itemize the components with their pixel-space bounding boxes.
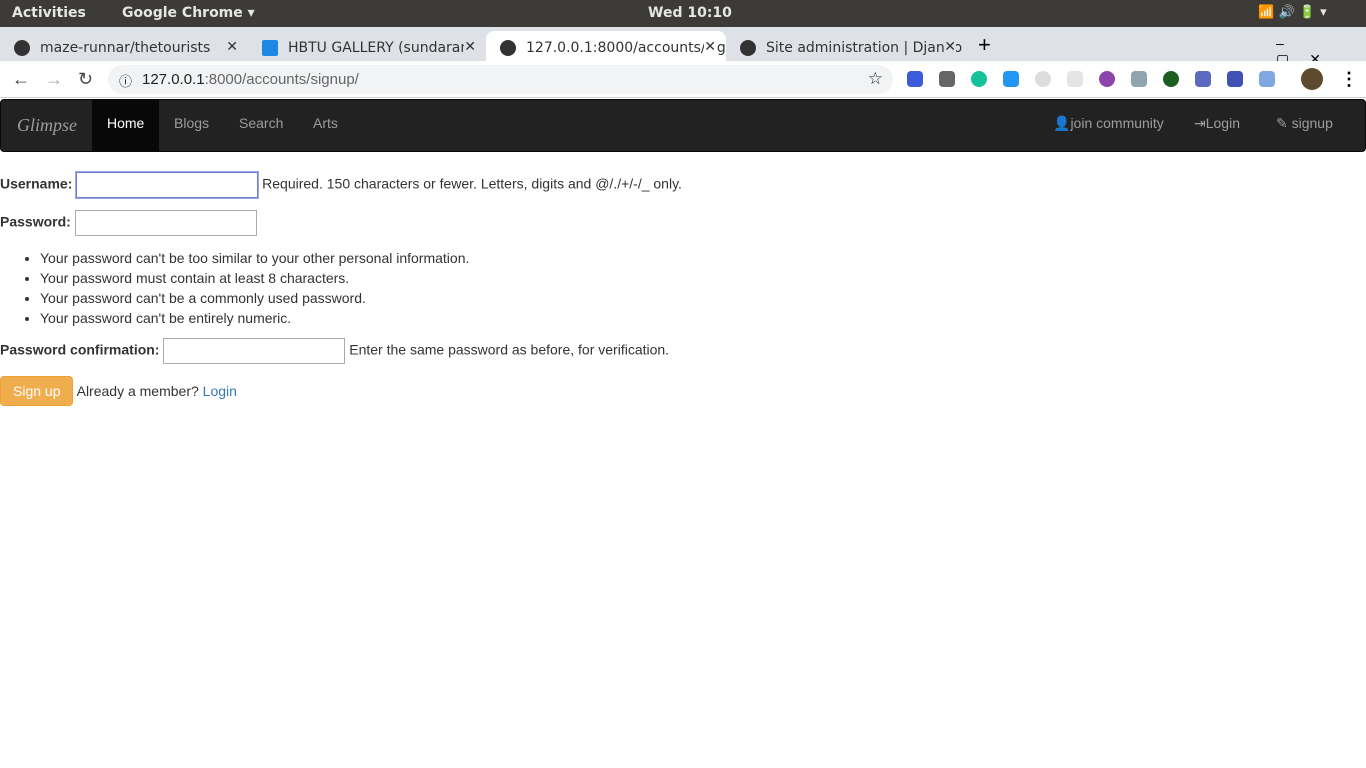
extension-icon[interactable]: [1067, 71, 1083, 87]
nav-label: signup: [1291, 115, 1333, 131]
extension-icon[interactable]: [1195, 71, 1211, 87]
tab-active[interactable]: 127.0.0.1:8000/accounts/signup/✕: [486, 31, 726, 61]
extension-icon[interactable]: [1003, 71, 1019, 87]
password-confirm-input[interactable]: [163, 338, 346, 364]
user-icon: 👤: [1053, 115, 1071, 131]
confirm-help: Enter the same password as before, for v…: [349, 341, 670, 358]
ibb-icon: [262, 40, 278, 56]
tab[interactable]: maze-runnar/thetourists ✕: [0, 31, 248, 61]
grammarly-icon[interactable]: [971, 71, 987, 87]
info-icon: ⓘ: [119, 74, 133, 89]
site-navbar: Glimpse Home Blogs Search Arts 👤join com…: [0, 99, 1366, 152]
globe-icon: [500, 40, 516, 56]
tab-title: Site administration | Django: [766, 40, 963, 56]
nav-search[interactable]: Search: [224, 100, 298, 151]
forward-icon[interactable]: →: [45, 69, 63, 90]
username-label: Username:: [0, 175, 73, 192]
password-input[interactable]: [74, 210, 257, 236]
star-icon[interactable]: ☆: [868, 69, 883, 89]
system-topbar: Activities Google Chrome ▾ Wed 10:10 📶 🔊…: [0, 0, 1366, 27]
url-host: 127.0.0.1: [142, 71, 205, 88]
close-tab-icon[interactable]: ✕: [704, 39, 716, 55]
extension-icon[interactable]: [907, 71, 923, 87]
extension-icon[interactable]: [1259, 71, 1275, 87]
signup-button[interactable]: Sign up: [0, 376, 74, 406]
globe-icon: [740, 40, 756, 56]
system-tray-icons[interactable]: 📶 🔊 🔋 ▾: [1258, 5, 1327, 20]
tab-title: HBTU GALLERY (sundaram: [288, 40, 475, 56]
avatar[interactable]: [1301, 68, 1323, 90]
extension-icon[interactable]: [939, 71, 955, 87]
nav-blogs[interactable]: Blogs: [159, 100, 224, 151]
app-menu[interactable]: Google Chrome ▾: [122, 5, 255, 21]
password-rules: Your password can't be too similar to yo…: [40, 248, 640, 328]
rule-item: Your password can't be entirely numeric.: [40, 308, 640, 328]
login-link[interactable]: Login: [203, 383, 237, 399]
extension-icon[interactable]: [1035, 71, 1051, 87]
url-input[interactable]: ⓘ 127.0.0.1:8000/accounts/signup/ ☆: [108, 65, 893, 94]
nav-login[interactable]: ⇥Login: [1179, 100, 1255, 151]
pencil-icon: ✎: [1276, 115, 1292, 131]
login-icon: ⇥: [1194, 115, 1206, 131]
nav-join-community[interactable]: 👤join community: [1038, 100, 1179, 151]
back-icon[interactable]: ←: [12, 69, 30, 90]
tab-title: 127.0.0.1:8000/accounts/signup/: [526, 40, 726, 56]
nav-signup[interactable]: ✎ signup: [1261, 100, 1348, 151]
brand-logo[interactable]: Glimpse: [17, 115, 77, 136]
nav-label: join community: [1070, 115, 1164, 131]
github-icon: [14, 40, 30, 56]
close-tab-icon[interactable]: ✕: [226, 39, 238, 55]
activities-button[interactable]: Activities: [12, 5, 86, 21]
nav-label: Login: [1205, 115, 1240, 131]
tab[interactable]: HBTU GALLERY (sundaram ✕: [248, 31, 486, 61]
rule-item: Your password can't be too similar to yo…: [40, 248, 640, 268]
rule-item: Your password must contain at least 8 ch…: [40, 268, 640, 288]
username-help: Required. 150 characters or fewer. Lette…: [262, 175, 682, 192]
nav-arts[interactable]: Arts: [298, 100, 353, 151]
close-tab-icon[interactable]: ✕: [944, 39, 956, 55]
tab-title: maze-runnar/thetourists: [40, 40, 211, 56]
url-path: :8000/accounts/signup/: [204, 71, 359, 88]
address-bar-row: ← → ↻ ⓘ 127.0.0.1:8000/accounts/signup/☆ …: [0, 61, 1366, 98]
new-tab-icon[interactable]: +: [978, 32, 991, 58]
tab[interactable]: Site administration | Django ✕: [726, 31, 966, 61]
close-tab-icon[interactable]: ✕: [464, 39, 476, 55]
extension-icon[interactable]: [1131, 71, 1147, 87]
password-label: Password:: [0, 213, 71, 230]
username-input[interactable]: [75, 171, 260, 199]
nav-home[interactable]: Home: [92, 100, 160, 151]
extension-icon[interactable]: [1163, 71, 1179, 87]
confirm-label: Password confirmation:: [0, 341, 160, 358]
tab-strip: maze-runnar/thetourists ✕ HBTU GALLERY (s…: [0, 27, 1366, 67]
member-text: Already a member?: [76, 383, 199, 399]
menu-icon[interactable]: ⋮: [1340, 69, 1358, 90]
extension-icon[interactable]: [1099, 71, 1115, 87]
extension-icon[interactable]: [1227, 71, 1243, 87]
clock[interactable]: Wed 10:10: [648, 5, 732, 21]
reload-icon[interactable]: ↻: [78, 69, 93, 90]
rule-item: Your password can't be a commonly used p…: [40, 288, 640, 308]
